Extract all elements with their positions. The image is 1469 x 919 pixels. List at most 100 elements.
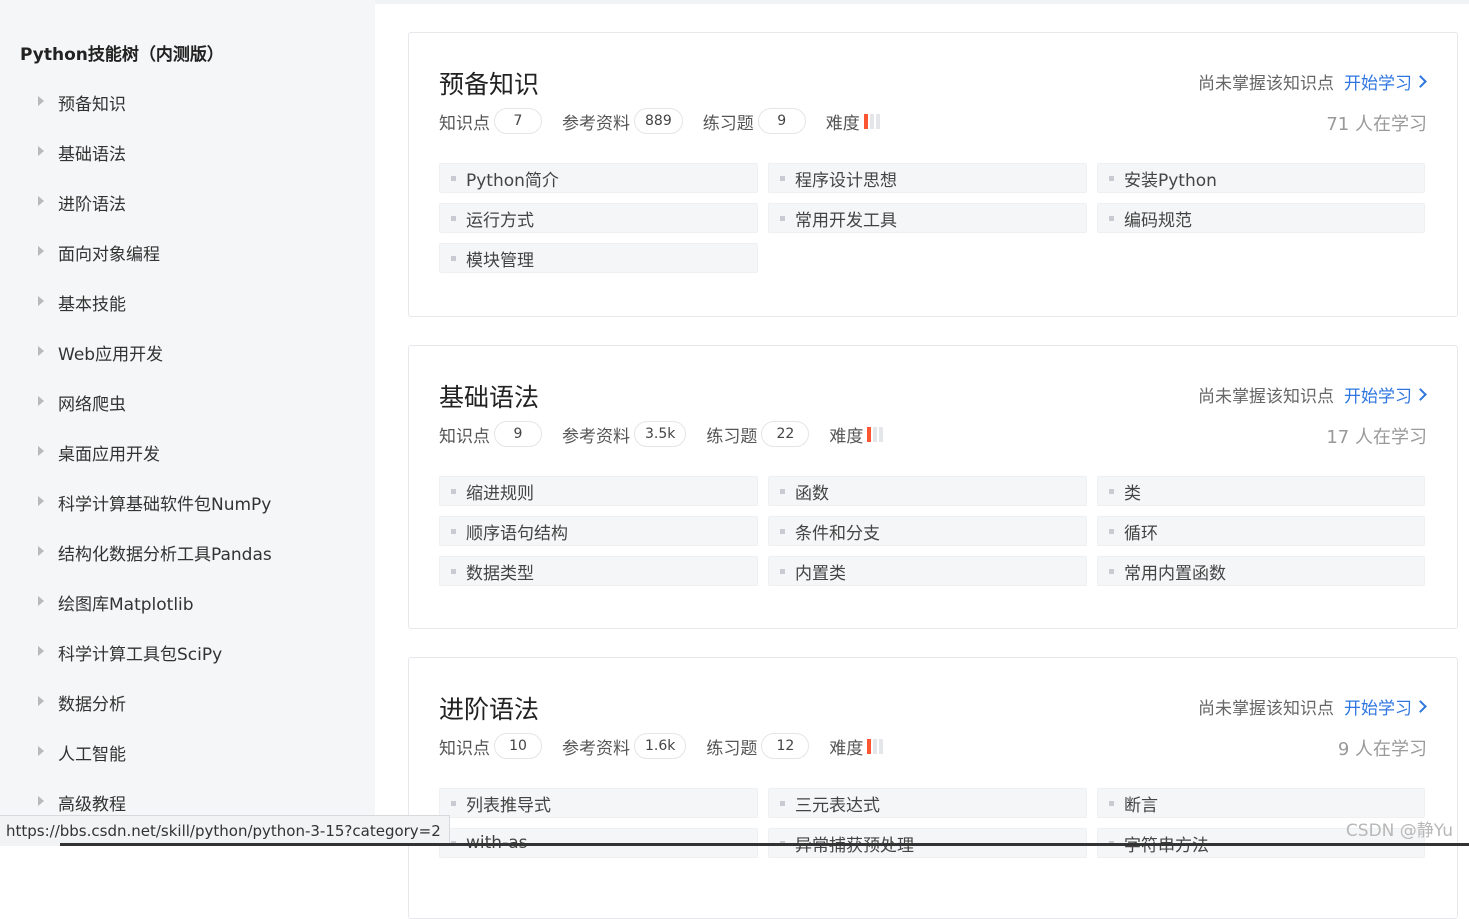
stat-exercises: 练习题 22 [706, 421, 810, 447]
difficulty-label: 难度 [829, 738, 864, 759]
stat-exercises-count: 22 [761, 421, 810, 447]
sidebar-item[interactable]: 绘图库Matplotlib [0, 577, 375, 627]
topic-tag[interactable]: 常用内置函数 [1097, 556, 1425, 586]
topic-tag[interactable]: 数据类型 [439, 556, 758, 586]
bullet-icon [451, 175, 456, 181]
caret-right-icon [38, 446, 44, 456]
stat-exercises-count: 12 [761, 733, 810, 759]
sidebar-item[interactable]: 数据分析 [0, 677, 375, 727]
caret-right-icon [38, 196, 44, 206]
topic-tag[interactable]: 模块管理 [439, 243, 758, 273]
stat-refs: 参考资料 3.5k [562, 421, 687, 447]
topic-tag[interactable]: 常用开发工具 [768, 203, 1087, 233]
sidebar-item-label: 绘图库Matplotlib [58, 594, 194, 615]
topic-tag-label: 断言 [1124, 795, 1158, 816]
topic-tag[interactable]: 内置类 [768, 556, 1087, 586]
caret-right-icon [38, 696, 44, 706]
sidebar-item[interactable]: 结构化数据分析工具Pandas [0, 527, 375, 577]
bullet-icon [451, 255, 456, 261]
sidebar-item[interactable]: 进阶语法 [0, 177, 375, 227]
topic-tag[interactable]: 编码规范 [1097, 203, 1425, 233]
topic-tag[interactable]: 三元表达式 [768, 788, 1087, 818]
card-stats: 知识点 10 参考资料 1.6k 练习题 12 难度 [439, 733, 905, 759]
card-title: 基础语法 [439, 383, 540, 412]
caret-right-icon [38, 646, 44, 656]
chevron-right-icon [1414, 388, 1427, 401]
start-learning-link[interactable]: 开始学习 [1344, 382, 1427, 407]
bullet-icon [451, 488, 456, 494]
topic-tag[interactable]: 程序设计思想 [768, 163, 1087, 193]
topic-tag[interactable]: 安装Python [1097, 163, 1425, 193]
sidebar-item[interactable]: 预备知识 [0, 77, 375, 127]
topic-tag[interactable]: 断言 [1097, 788, 1425, 818]
topic-tag-label: 顺序语句结构 [466, 523, 568, 544]
topic-tag[interactable]: 函数 [768, 476, 1087, 506]
topic-tag[interactable]: 列表推导式 [439, 788, 758, 818]
sidebar-item-label: 预备知识 [58, 94, 126, 115]
card-status: 尚未掌握该知识点 开始学习 [1198, 382, 1427, 407]
bullet-icon [451, 568, 456, 574]
stat-points: 知识点 9 [439, 421, 542, 447]
start-learning-link[interactable]: 开始学习 [1344, 69, 1427, 94]
chevron-right-icon [1414, 700, 1427, 713]
difficulty-segment [873, 426, 878, 442]
stat-exercises-label: 练习题 [706, 738, 758, 759]
topic-tag-label: 循环 [1124, 523, 1158, 544]
skill-card: 预备知识 尚未掌握该知识点 开始学习 知识点 7 参考资料 889 练习题 9 … [408, 32, 1458, 317]
stat-exercises: 练习题 12 [706, 733, 810, 759]
sidebar-title: Python技能树（内测版） [20, 45, 224, 65]
card-stats: 知识点 9 参考资料 3.5k 练习题 22 难度 [439, 421, 905, 447]
topic-tag-label: 数据类型 [466, 563, 534, 584]
stat-points-count: 10 [494, 733, 542, 759]
stat-points-count: 9 [494, 421, 542, 447]
topic-tag[interactable]: Python简介 [439, 163, 758, 193]
caret-right-icon [38, 246, 44, 256]
stat-refs-count: 889 [634, 108, 683, 134]
chevron-right-icon [1414, 75, 1427, 88]
topic-tag[interactable]: 顺序语句结构 [439, 516, 758, 546]
topic-tag-label: 常用开发工具 [795, 210, 897, 231]
sidebar-item[interactable]: 桌面应用开发 [0, 427, 375, 477]
learners-count: 17 人在学习 [1326, 427, 1427, 448]
card-title: 进阶语法 [439, 695, 540, 724]
caret-right-icon [38, 396, 44, 406]
bullet-icon [780, 175, 785, 181]
sidebar: Python技能树（内测版） 预备知识基础语法 进阶语法 面向对象编程 基本技能 Web… [0, 0, 375, 846]
sidebar-item[interactable]: 科学计算工具包SciPy [0, 627, 375, 677]
card-status: 尚未掌握该知识点 开始学习 [1198, 694, 1427, 719]
topic-tag-label: 内置类 [795, 563, 846, 584]
topic-tag-label: 缩进规则 [466, 483, 534, 504]
topic-tag-label: Python简介 [466, 170, 559, 191]
topic-tag[interactable]: 运行方式 [439, 203, 758, 233]
stat-points: 知识点 10 [439, 733, 542, 759]
learners-count: 9 人在学习 [1337, 739, 1427, 760]
start-learning-link[interactable]: 开始学习 [1344, 694, 1427, 719]
sidebar-item-label: 结构化数据分析工具Pandas [58, 544, 272, 565]
difficulty-segment [875, 113, 880, 129]
stat-difficulty: 难度 [829, 734, 885, 759]
caret-right-icon [38, 596, 44, 606]
sidebar-item[interactable]: 面向对象编程 [0, 227, 375, 277]
learners-count: 71 人在学习 [1326, 114, 1427, 135]
status-text: 尚未掌握该知识点 [1198, 699, 1334, 719]
topic-tag[interactable]: 缩进规则 [439, 476, 758, 506]
sidebar-item[interactable]: 基本技能 [0, 277, 375, 327]
bullet-icon [780, 488, 785, 494]
topic-tag[interactable]: 类 [1097, 476, 1425, 506]
sidebar-item-label: 桌面应用开发 [58, 444, 160, 465]
stat-points-count: 7 [494, 108, 542, 134]
sidebar-item[interactable]: 科学计算基础软件包NumPy [0, 477, 375, 527]
difficulty-meter [863, 113, 882, 129]
topic-tag-label: 条件和分支 [795, 523, 880, 544]
topic-tag[interactable]: 条件和分支 [768, 516, 1087, 546]
sidebar-item[interactable]: 人工智能 [0, 727, 375, 777]
sidebar-item[interactable]: 基础语法 [0, 127, 375, 177]
bullet-icon [451, 215, 456, 221]
stat-points-label: 知识点 [439, 738, 490, 759]
sidebar-item[interactable]: Web应用开发 [0, 327, 375, 377]
stat-refs-label: 参考资料 [562, 113, 630, 134]
sidebar-item-label: 高级教程 [58, 794, 126, 815]
sidebar-item[interactable]: 网络爬虫 [0, 377, 375, 427]
topic-tag[interactable]: 循环 [1097, 516, 1425, 546]
caret-right-icon [38, 746, 44, 756]
